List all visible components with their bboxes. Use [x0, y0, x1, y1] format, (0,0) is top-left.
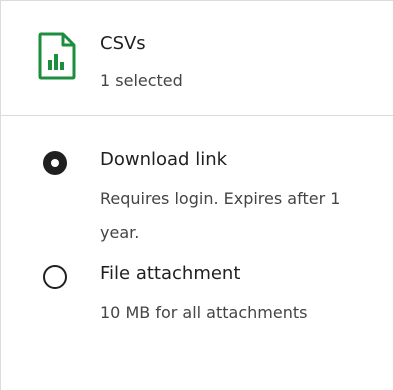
- spreadsheet-file-icon: [38, 32, 76, 80]
- radio-dot: [51, 159, 59, 167]
- export-panel: CSVs 1 selected Download link Requires l…: [0, 0, 393, 390]
- file-summary: CSVs 1 selected: [1, 1, 393, 116]
- radio-button-selected[interactable]: [43, 151, 67, 175]
- file-attachment-option[interactable]: File attachment 10 MB for all attachment…: [1, 261, 393, 361]
- file-title: CSVs: [100, 33, 146, 54]
- file-attachment-description: 10 MB for all attachments: [100, 303, 308, 322]
- download-link-option[interactable]: Download link Requires login. Expires af…: [1, 147, 393, 247]
- file-attachment-label: File attachment: [100, 263, 241, 284]
- radio-button-unselected[interactable]: [43, 265, 67, 289]
- file-selection-count: 1 selected: [100, 71, 183, 90]
- download-link-label: Download link: [100, 149, 228, 170]
- download-link-description: Requires login. Expires after 1 year.: [100, 189, 341, 242]
